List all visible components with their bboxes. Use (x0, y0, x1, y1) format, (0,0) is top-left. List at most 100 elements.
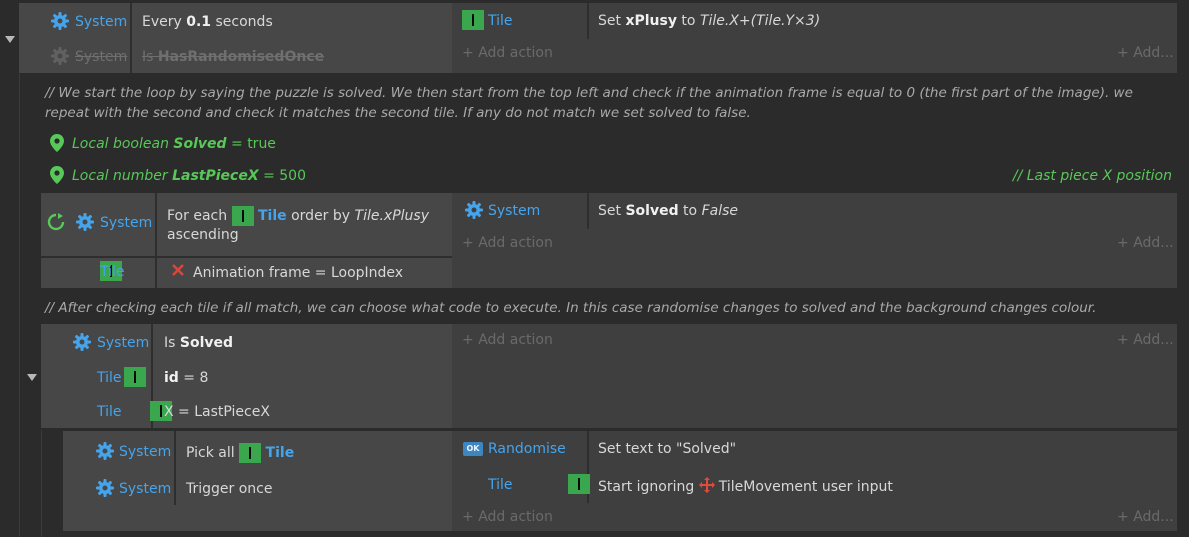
add-more-label: Add... (1133, 332, 1174, 348)
var-name: HasRandomisedOnce (157, 49, 325, 65)
event-4-cond-1-text[interactable]: Pick all Tile (186, 443, 294, 463)
ignoring-prefix: Start ignoring (598, 479, 699, 495)
to-text: to (678, 203, 702, 219)
gear-icon (51, 47, 69, 65)
local-value: = true (226, 136, 276, 152)
pickall-prefix: Pick all (186, 445, 240, 461)
every-suffix: seconds (211, 14, 273, 30)
var-name: id (164, 370, 179, 386)
collapse-toggle-event-3[interactable] (27, 374, 37, 381)
add-action-label: Add action (478, 509, 553, 525)
add-action-link[interactable]: + Add action (462, 331, 553, 349)
var-name: Solved (179, 335, 234, 351)
event-4-divider (174, 431, 176, 505)
add-action-label: Add action (478, 45, 553, 61)
event-2-action-divider (587, 193, 589, 229)
compare-value: = 8 (178, 370, 209, 386)
tile-icon (231, 206, 254, 226)
gear-icon (465, 201, 483, 219)
event-3-cond-2-object[interactable]: Tile (97, 369, 122, 387)
event-1-action-divider (587, 3, 589, 39)
event-2-action-1-text[interactable]: Set Solved to False (598, 202, 738, 220)
local-name: LastPieceX (172, 168, 259, 184)
var-name: Solved (625, 203, 679, 219)
local-type: Local number (72, 168, 173, 184)
event-1-action-1-text[interactable]: Set xPlusy to Tile.X+(Tile.Y×3) (598, 12, 820, 30)
event-4-cond-1-object[interactable]: System (119, 443, 171, 461)
orderby-expr: Tile.xPlusy (354, 208, 429, 224)
add-more-link[interactable]: + Add... (1117, 44, 1174, 62)
text-object-icon: OK (463, 442, 483, 456)
event-2-cond-1-text[interactable]: For each Tile order by Tile.xPlusy (167, 206, 429, 226)
event-2-cond-1-order: ascending (167, 227, 239, 243)
event-3-cond-2-text[interactable]: id = 8 (164, 369, 208, 387)
event-4-cond-2-text[interactable]: Trigger once (186, 480, 272, 498)
comment-1[interactable]: // We start the loop by saying the puzzl… (45, 83, 1170, 123)
var-name: xPlusy (625, 13, 677, 29)
event-3-cond-3-object[interactable]: Tile (97, 403, 122, 421)
local-variable-lastpiecex[interactable]: Local number LastPieceX = 500 (72, 167, 306, 185)
add-more-label: Add... (1133, 235, 1174, 251)
loop-icon (47, 213, 65, 231)
add-action-link[interactable]: + Add action (462, 44, 553, 62)
add-action-label: Add action (478, 332, 553, 348)
event-1-cond-1-object[interactable]: System (75, 13, 127, 31)
event-3-cond-1-text[interactable]: Is Solved (164, 334, 233, 352)
local-name: Solved (173, 136, 227, 152)
tile-icon (462, 10, 484, 30)
event-2-divider (155, 193, 157, 288)
map-pin-icon (50, 134, 64, 152)
event-3-cond-3-text[interactable]: X = LastPieceX (164, 403, 270, 421)
behavior-name: TileMovement user input (718, 479, 893, 495)
event-1-cond-2-text[interactable]: Is HasRandomisedOnce (142, 48, 324, 66)
event-2-cond-1-object[interactable]: System (100, 214, 152, 232)
value: False (701, 203, 739, 219)
add-more-label: Add... (1133, 509, 1174, 525)
event-1-action-1-object[interactable]: Tile (488, 12, 513, 30)
gear-icon (96, 479, 114, 497)
tile-icon (123, 367, 146, 387)
local-value: = 500 (258, 168, 306, 184)
tile-icon (567, 474, 590, 494)
set-prefix: Set (598, 203, 626, 219)
foreach-object: Tile (258, 208, 287, 224)
comment-2[interactable]: // After checking each tile if all match… (45, 298, 1170, 318)
add-more-label: Add... (1133, 45, 1174, 61)
event-3-cond-1-object[interactable]: System (97, 334, 149, 352)
add-action-link[interactable]: + Add action (462, 234, 553, 252)
add-more-link[interactable]: + Add... (1117, 234, 1174, 252)
gear-icon (96, 442, 114, 460)
event-2-action-1-object[interactable]: System (488, 202, 540, 220)
expression: Tile.X+(Tile.Y×3) (699, 13, 821, 29)
indent-line (19, 74, 20, 537)
event-4-action-1-object[interactable]: Randomise (488, 440, 566, 458)
event-2-cond-2-text[interactable]: Animation frame = LoopIndex (193, 264, 403, 282)
every-value: 0.1 (186, 14, 212, 30)
local-variable-solved[interactable]: Local boolean Solved = true (72, 135, 276, 153)
map-pin-icon (50, 166, 64, 184)
event-1-cond-1-text[interactable]: Every 0.1 seconds (142, 13, 273, 31)
event-1-cond-2-object[interactable]: System (75, 48, 127, 66)
event-4-cond-2-object[interactable]: System (119, 480, 171, 498)
event-4-action-1-text[interactable]: Set text to "Solved" (598, 440, 736, 458)
add-more-link[interactable]: + Add... (1117, 508, 1174, 526)
event-4-action-2-text[interactable]: Start ignoring TileMovement user input (598, 477, 893, 496)
scroll-edge (1177, 0, 1189, 537)
collapse-toggle-event-1[interactable] (5, 36, 15, 43)
gear-icon (73, 333, 91, 351)
event-2-row-divider (41, 256, 452, 258)
event-4-action-2-object[interactable]: Tile (488, 476, 513, 494)
event-3-actions[interactable] (452, 324, 1177, 428)
foreach-prefix: For each (167, 208, 232, 224)
to-text: to (676, 13, 700, 29)
add-action-link[interactable]: + Add action (462, 508, 553, 526)
gear-icon (51, 12, 69, 30)
local-comment[interactable]: // Last piece X position (1013, 167, 1172, 185)
orderby-text: order by (286, 208, 355, 224)
add-more-link[interactable]: + Add... (1117, 331, 1174, 349)
set-prefix: Set (598, 13, 626, 29)
event-1-divider (130, 3, 132, 73)
is-prefix: Is (142, 49, 158, 65)
event-2-actions[interactable] (452, 193, 1177, 288)
event-2-cond-2-object[interactable]: Tile (100, 263, 125, 281)
